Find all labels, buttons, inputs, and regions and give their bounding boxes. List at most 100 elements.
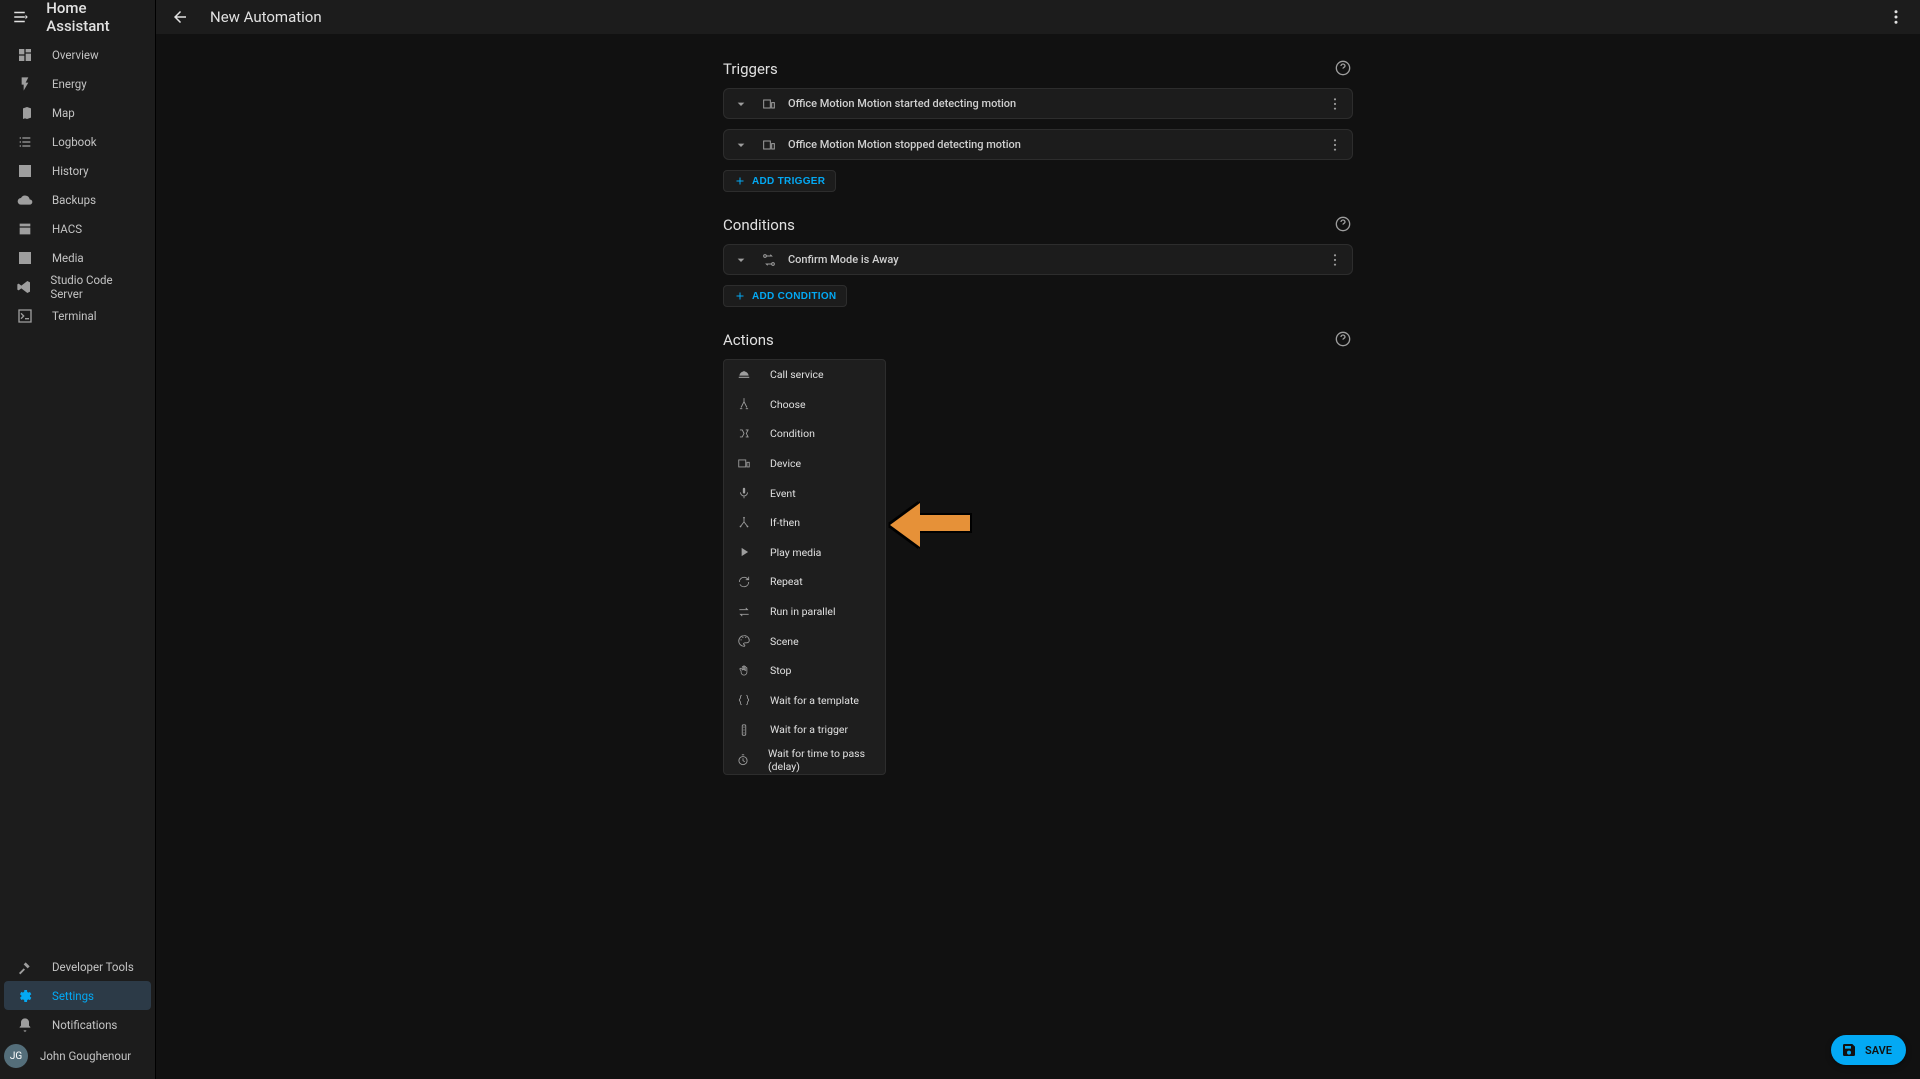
condition-label: Confirm Mode is Away	[788, 253, 1316, 266]
chart-icon	[16, 162, 34, 180]
sidebar-item-studio-code-server[interactable]: Studio Code Server	[4, 272, 151, 301]
swap-icon	[736, 604, 752, 620]
picker-item-label: Scene	[770, 635, 799, 648]
sidebar-nav-top: Overview Energy Map Logbook History Back…	[0, 34, 155, 952]
chevron-down-icon[interactable]	[732, 136, 750, 154]
row-overflow-button[interactable]	[1326, 136, 1344, 154]
sidebar-item-label: Notifications	[52, 1018, 117, 1032]
help-icon[interactable]	[1335, 216, 1353, 234]
trigger-row[interactable]: Office Motion Motion stopped detecting m…	[723, 129, 1353, 160]
hand-icon	[736, 663, 752, 679]
sidebar-item-label: Terminal	[52, 309, 97, 323]
map-icon	[16, 104, 34, 122]
section-title: Triggers	[723, 60, 1335, 78]
console-icon	[16, 307, 34, 325]
sidebar-item-history[interactable]: History	[4, 156, 151, 185]
section-title: Actions	[723, 331, 1335, 349]
picker-item-stop[interactable]: Stop	[724, 656, 885, 686]
add-trigger-button[interactable]: ADD TRIGGER	[723, 170, 836, 192]
picker-item-label: Wait for time to pass (delay)	[768, 747, 873, 773]
help-icon[interactable]	[1335, 331, 1353, 349]
save-button[interactable]: SAVE	[1831, 1035, 1906, 1065]
sidebar-item-label: Overview	[52, 48, 99, 62]
picker-item-condition[interactable]: Condition	[724, 419, 885, 449]
sidebar-item-label: Map	[52, 106, 75, 120]
sidebar-item-settings[interactable]: Settings	[4, 981, 151, 1010]
room-service-icon	[736, 367, 752, 383]
sidebar-user[interactable]: JG John Goughenour	[0, 1039, 155, 1073]
menu-toggle-icon[interactable]	[8, 3, 34, 31]
add-condition-button[interactable]: ADD CONDITION	[723, 285, 847, 307]
row-overflow-button[interactable]	[1326, 251, 1344, 269]
picker-item-call-service[interactable]: Call service	[724, 360, 885, 390]
overflow-menu-button[interactable]	[1882, 3, 1910, 31]
brand-title: Home Assistant	[46, 0, 147, 35]
picker-item-repeat[interactable]: Repeat	[724, 567, 885, 597]
picker-item-play-media[interactable]: Play media	[724, 538, 885, 568]
user-name: John Goughenour	[40, 1049, 131, 1063]
sidebar-item-logbook[interactable]: Logbook	[4, 127, 151, 156]
picker-item-label: Play media	[770, 546, 821, 559]
actions-header: Actions	[723, 331, 1353, 349]
sidebar-item-terminal[interactable]: Terminal	[4, 301, 151, 330]
help-icon[interactable]	[1335, 60, 1353, 78]
picker-item-label: Stop	[770, 664, 791, 677]
list-icon	[16, 133, 34, 151]
sidebar-item-notifications[interactable]: Notifications	[4, 1010, 151, 1039]
palette-icon	[736, 633, 752, 649]
add-condition-label: ADD CONDITION	[752, 291, 836, 302]
chevron-down-icon[interactable]	[732, 251, 750, 269]
section-title: Conditions	[723, 216, 1335, 234]
branch-icon	[736, 515, 752, 531]
page-title: New Automation	[210, 8, 322, 26]
sidebar-item-backups[interactable]: Backups	[4, 185, 151, 214]
triggers-header: Triggers	[723, 60, 1353, 78]
picker-item-run-in-parallel[interactable]: Run in parallel	[724, 597, 885, 627]
sidebar-item-map[interactable]: Map	[4, 98, 151, 127]
trigger-label: Office Motion Motion stopped detecting m…	[788, 138, 1316, 151]
sidebar-item-label: Backups	[52, 193, 96, 207]
shuffle-icon	[736, 396, 752, 412]
picker-item-label: Wait for a trigger	[770, 723, 848, 736]
picker-item-device[interactable]: Device	[724, 449, 885, 479]
sidebar-header: Home Assistant	[0, 0, 155, 34]
back-button[interactable]	[166, 3, 194, 31]
picker-item-label: Device	[770, 457, 801, 470]
row-overflow-button[interactable]	[1326, 95, 1344, 113]
sidebar-item-label: Settings	[52, 989, 94, 1003]
picker-item-choose[interactable]: Choose	[724, 390, 885, 420]
hammer-icon	[16, 958, 34, 976]
picker-item-label: Wait for a template	[770, 694, 859, 707]
picker-item-if-then[interactable]: If-then	[724, 508, 885, 538]
picker-item-wait-template[interactable]: Wait for a template	[724, 686, 885, 716]
picker-item-label: Repeat	[770, 575, 803, 588]
condition-row[interactable]: Confirm Mode is Away	[723, 244, 1353, 275]
save-label: SAVE	[1865, 1044, 1892, 1057]
play-icon	[736, 544, 752, 560]
sidebar-nav-bottom: Developer Tools Settings Notifications J…	[0, 952, 155, 1079]
chevron-down-icon[interactable]	[732, 95, 750, 113]
sidebar-item-label: Developer Tools	[52, 960, 134, 974]
content: Triggers Office Motion Motion started de…	[156, 34, 1920, 1079]
devices-icon	[736, 456, 752, 472]
trigger-row[interactable]: Office Motion Motion started detecting m…	[723, 88, 1353, 119]
state-machine-icon	[760, 251, 778, 269]
trigger-label: Office Motion Motion started detecting m…	[788, 97, 1316, 110]
bell-icon	[16, 1016, 34, 1034]
sidebar-item-media[interactable]: Media	[4, 243, 151, 272]
avatar: JG	[4, 1044, 28, 1068]
add-trigger-label: ADD TRIGGER	[752, 176, 825, 187]
sidebar-item-overview[interactable]: Overview	[4, 40, 151, 69]
action-type-picker: Call service Choose Condition Device	[723, 359, 886, 775]
picker-item-wait-delay[interactable]: Wait for time to pass (delay)	[724, 745, 885, 775]
picker-item-wait-trigger[interactable]: Wait for a trigger	[724, 715, 885, 745]
picker-item-event[interactable]: Event	[724, 478, 885, 508]
sidebar-item-energy[interactable]: Energy	[4, 69, 151, 98]
timer-icon	[736, 752, 750, 768]
refresh-icon	[736, 574, 752, 590]
conditions-header: Conditions	[723, 216, 1353, 234]
sidebar-item-developer-tools[interactable]: Developer Tools	[4, 952, 151, 981]
picker-item-scene[interactable]: Scene	[724, 626, 885, 656]
sidebar-item-hacs[interactable]: HACS	[4, 214, 151, 243]
picker-item-label: If-then	[770, 516, 800, 529]
